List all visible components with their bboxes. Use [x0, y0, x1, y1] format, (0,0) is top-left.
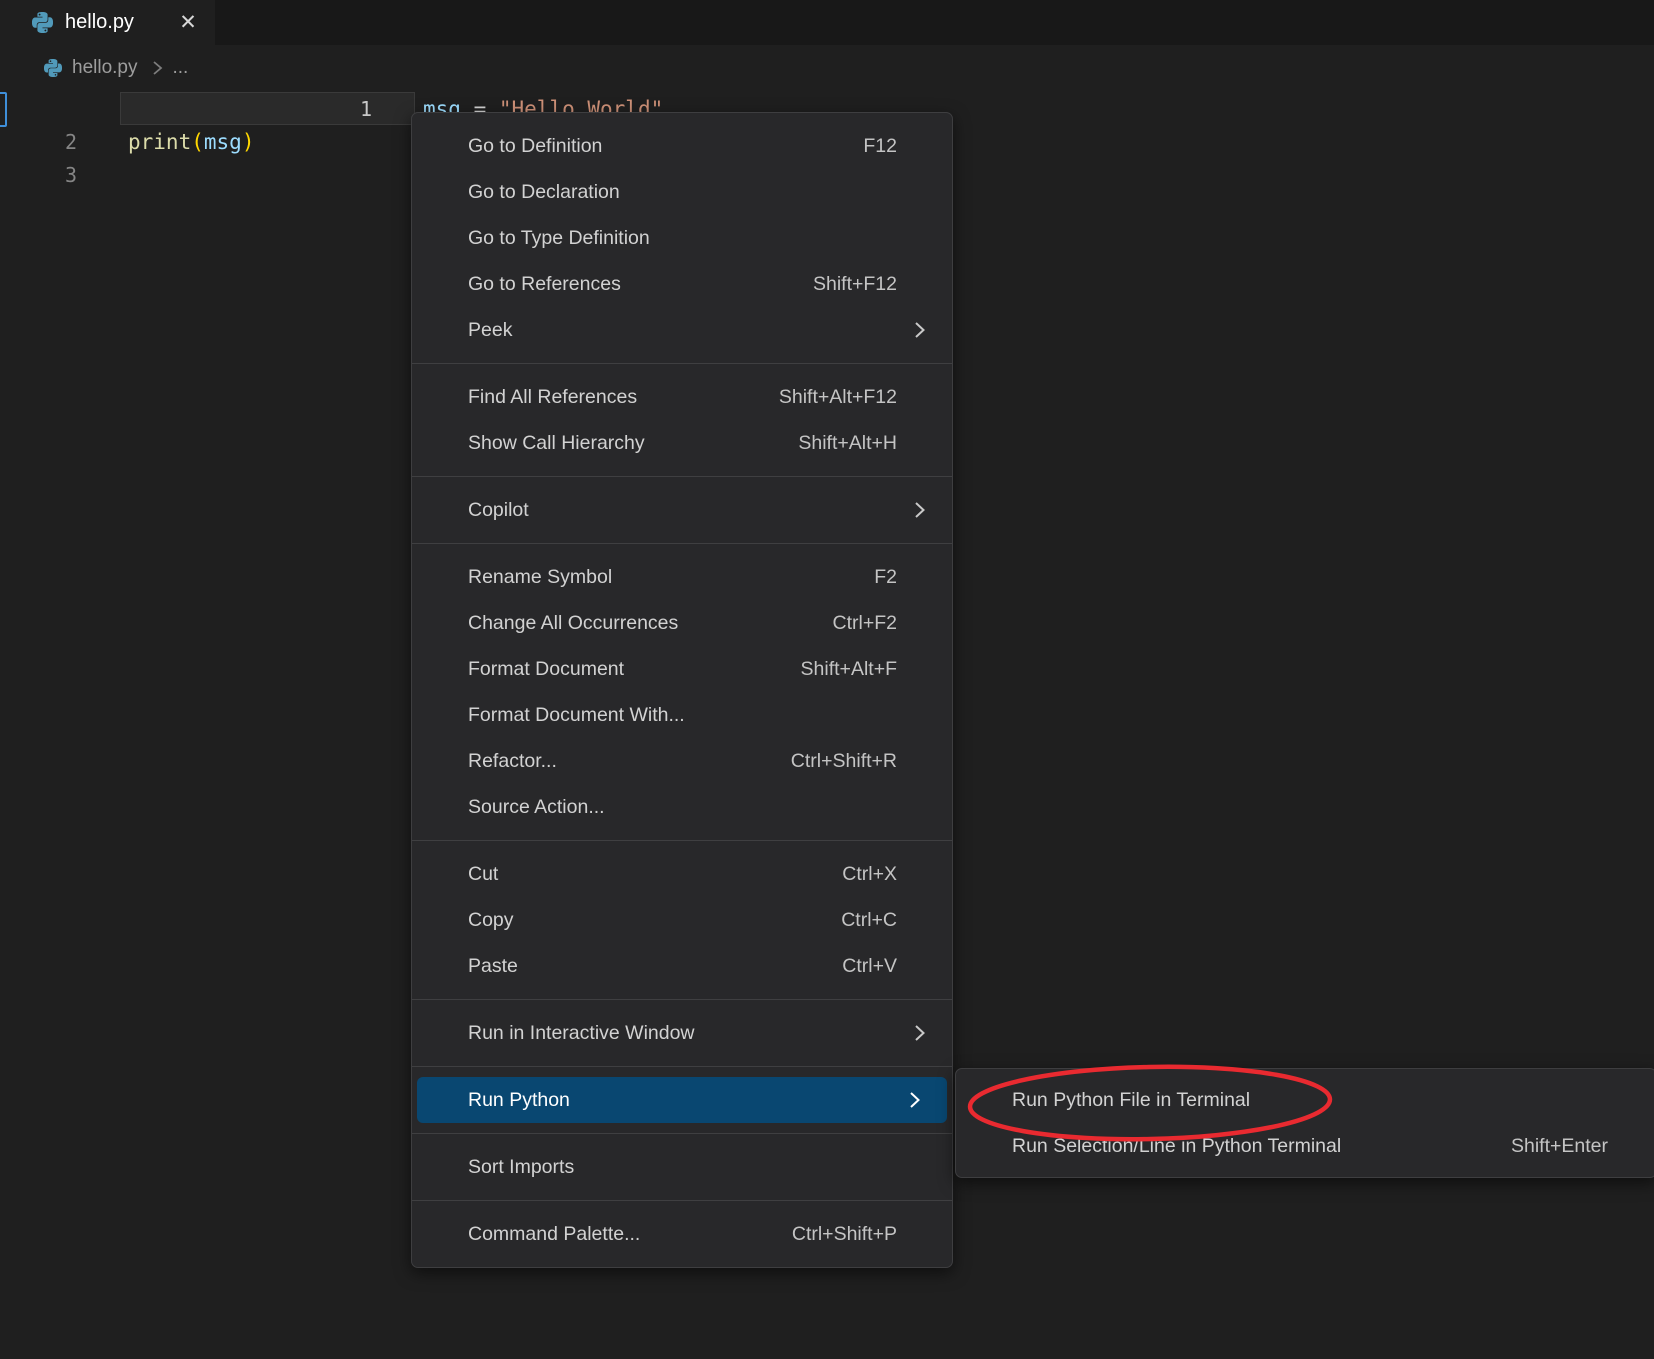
token-bracket: ): [242, 130, 255, 154]
menu-item-keybinding: Shift+F12: [813, 273, 897, 296]
menu-item-label: Rename Symbol: [468, 566, 874, 589]
python-file-icon: [32, 12, 53, 33]
menu-item-label: Format Document: [468, 658, 801, 681]
menu-item-keybinding: Ctrl+Shift+R: [791, 750, 897, 773]
token-bracket: (: [191, 130, 204, 154]
menu-item-keybinding: Ctrl+F2: [833, 612, 897, 635]
menu-item-label: Refactor...: [468, 750, 791, 773]
menu-item-keybinding: Shift+Enter: [1511, 1135, 1608, 1158]
menu-item-keybinding: Shift+Alt+F: [801, 658, 897, 681]
menu-separator: [412, 1133, 952, 1134]
menu-item-paste[interactable]: PasteCtrl+V: [412, 943, 952, 989]
menu-item-keybinding: Ctrl+C: [841, 909, 897, 932]
menu-item-label: Go to Type Definition: [468, 227, 897, 250]
submenu-arrow-icon: [913, 1022, 926, 1044]
menu-item-copilot[interactable]: Copilot: [412, 487, 952, 533]
menu-item-label: Run Python: [468, 1089, 897, 1112]
menu-item-go-to-references[interactable]: Go to ReferencesShift+F12: [412, 261, 952, 307]
menu-item-rename-symbol[interactable]: Rename SymbolF2: [412, 554, 952, 600]
menu-item-show-call-hierarchy[interactable]: Show Call HierarchyShift+Alt+H: [412, 420, 952, 466]
tab-hello-py[interactable]: hello.py ✕: [0, 0, 215, 45]
breadcrumb-file[interactable]: hello.py: [72, 57, 138, 79]
context-menu: Go to DefinitionF12 Go to Declaration Go t…: [411, 112, 953, 1268]
menu-item-label: Change All Occurrences: [468, 612, 833, 635]
token-function: print: [128, 130, 191, 154]
submenu-arrow-icon: [908, 1089, 921, 1111]
menu-item-keybinding: Shift+Alt+F12: [779, 386, 897, 409]
menu-item-keybinding: Ctrl+Shift+P: [792, 1223, 897, 1246]
menu-item-keybinding: Shift+Alt+H: [798, 432, 897, 455]
menu-item-run-in-interactive-window[interactable]: Run in Interactive Window: [412, 1010, 952, 1056]
menu-item-go-to-type-definition[interactable]: Go to Type Definition: [412, 215, 952, 261]
menu-item-run-python-file-in-terminal[interactable]: Run Python File in Terminal: [956, 1077, 1654, 1123]
menu-item-label: Go to Definition: [468, 135, 863, 158]
menu-item-label: Run Python File in Terminal: [1012, 1089, 1608, 1112]
menu-separator: [412, 999, 952, 1000]
menu-item-copy[interactable]: CopyCtrl+C: [412, 897, 952, 943]
run-python-submenu: Run Python File in Terminal Run Selection…: [955, 1068, 1654, 1178]
menu-separator: [412, 543, 952, 544]
menu-item-label: Copy: [468, 909, 841, 932]
breadcrumb-symbol[interactable]: ...: [173, 57, 189, 79]
menu-item-label: Find All References: [468, 386, 779, 409]
menu-item-go-to-definition[interactable]: Go to DefinitionF12: [412, 123, 952, 169]
menu-item-find-all-references[interactable]: Find All ReferencesShift+Alt+F12: [412, 374, 952, 420]
menu-item-label: Peek: [468, 319, 897, 342]
close-tab-icon[interactable]: ✕: [175, 10, 201, 36]
menu-item-label: Run in Interactive Window: [468, 1022, 897, 1045]
menu-item-label: Go to References: [468, 273, 813, 296]
submenu-arrow-icon: [913, 319, 926, 341]
menu-item-run-selection-line-in-python-terminal[interactable]: Run Selection/Line in Python TerminalShi…: [956, 1123, 1654, 1169]
code-text: print(msg): [128, 130, 254, 154]
menu-item-keybinding: F2: [874, 566, 897, 589]
menu-item-keybinding: Ctrl+V: [842, 955, 897, 978]
menu-item-run-python[interactable]: Run Python: [417, 1077, 947, 1123]
menu-separator: [412, 476, 952, 477]
menu-separator: [412, 363, 952, 364]
menu-item-label: Run Selection/Line in Python Terminal: [1012, 1135, 1511, 1158]
vscode-window: { "colors": { "editor_bg": "#1f1f1f", "t…: [0, 0, 1654, 1359]
menu-separator: [412, 1066, 952, 1067]
menu-item-label: Show Call Hierarchy: [468, 432, 798, 455]
editor-focus-fragment: [0, 92, 7, 127]
menu-item-label: Paste: [468, 955, 842, 978]
tab-title: hello.py: [65, 11, 175, 34]
menu-item-format-document[interactable]: Format DocumentShift+Alt+F: [412, 646, 952, 692]
menu-item-label: Format Document With...: [468, 704, 897, 727]
menu-item-change-all-occurrences[interactable]: Change All OccurrencesCtrl+F2: [412, 600, 952, 646]
menu-item-go-to-declaration[interactable]: Go to Declaration: [412, 169, 952, 215]
token-variable: msg: [204, 130, 242, 154]
menu-item-label: Sort Imports: [468, 1156, 897, 1179]
menu-item-label: Copilot: [468, 499, 897, 522]
menu-separator: [412, 1200, 952, 1201]
breadcrumb[interactable]: hello.py ...: [0, 45, 1654, 90]
menu-item-label: Source Action...: [468, 796, 897, 819]
menu-item-refactor[interactable]: Refactor...Ctrl+Shift+R: [412, 738, 952, 784]
menu-item-label: Cut: [468, 863, 842, 886]
menu-item-peek[interactable]: Peek: [412, 307, 952, 353]
menu-separator: [412, 840, 952, 841]
menu-item-source-action[interactable]: Source Action...: [412, 784, 952, 830]
menu-item-command-palette[interactable]: Command Palette...Ctrl+Shift+P: [412, 1211, 952, 1257]
tab-bar: hello.py ✕: [0, 0, 1654, 45]
menu-item-sort-imports[interactable]: Sort Imports: [412, 1144, 952, 1190]
menu-item-keybinding: F12: [863, 135, 897, 158]
menu-item-format-document-with[interactable]: Format Document With...: [412, 692, 952, 738]
line-number: 2: [0, 130, 77, 154]
menu-item-keybinding: Ctrl+X: [842, 863, 897, 886]
menu-item-label: Command Palette...: [468, 1223, 792, 1246]
submenu-arrow-icon: [913, 499, 926, 521]
line-number: 1: [295, 97, 372, 121]
menu-item-label: Go to Declaration: [468, 181, 897, 204]
line-number: 3: [0, 163, 77, 187]
chevron-right-icon: [151, 58, 164, 78]
menu-item-cut[interactable]: CutCtrl+X: [412, 851, 952, 897]
python-file-icon: [44, 59, 62, 77]
